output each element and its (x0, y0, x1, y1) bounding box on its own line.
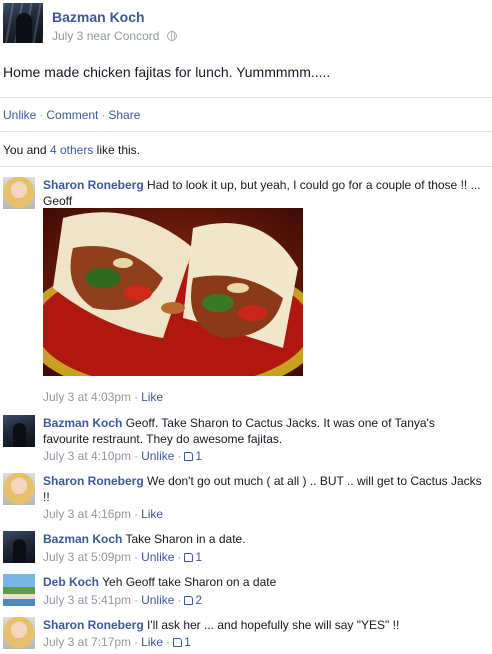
comment-like-count[interactable]: 1 (184, 550, 202, 564)
comment-author[interactable]: Sharon Roneberg (43, 618, 144, 632)
comment-meta: July 3 at 5:41pm · Unlike · 2 (43, 593, 203, 607)
comment-like-count[interactable]: 1 (184, 449, 202, 463)
comment-body: Bazman Koch Take Sharon in a date. (43, 531, 483, 547)
unlike-button[interactable]: Unlike (3, 108, 36, 122)
comment-meta: July 3 at 4:03pm · Like (43, 390, 164, 404)
post-meta: July 3 near Concord (52, 29, 177, 43)
likes-others-link[interactable]: 4 others (50, 143, 93, 157)
comment-meta: July 3 at 4:10pm · Unlike · 1 (43, 449, 203, 463)
comment-body: Deb Koch Yeh Geoff take Sharon on a date (43, 574, 483, 590)
like-button[interactable]: Like (141, 507, 163, 521)
like-button[interactable]: Like (141, 635, 163, 649)
divider (0, 97, 492, 98)
comment-time[interactable]: July 3 at 5:41pm (43, 593, 131, 607)
comment-author[interactable]: Sharon Roneberg (43, 178, 144, 192)
comment: Deb Koch Yeh Geoff take Sharon on a date… (3, 574, 489, 610)
avatar[interactable] (3, 574, 35, 606)
globe-icon[interactable] (166, 31, 177, 41)
like-count: 1 (195, 550, 203, 564)
avatar[interactable] (3, 473, 35, 505)
likes-prefix: You and (3, 143, 47, 157)
comment-text: I'll ask her ... and hopefully she will … (147, 618, 400, 632)
unlike-button[interactable]: Unlike (141, 449, 174, 463)
comment: Sharon Roneberg We don't go out much ( a… (3, 473, 489, 523)
comment: Sharon Roneberg Had to look it up, but y… (3, 177, 489, 407)
comment-author[interactable]: Bazman Koch (43, 532, 122, 546)
avatar[interactable] (3, 177, 35, 209)
fajita-photo[interactable] (43, 208, 303, 376)
comment-like-count[interactable]: 1 (173, 635, 191, 649)
divider (0, 166, 492, 167)
like-button[interactable]: Like (141, 390, 163, 404)
comment-like-count[interactable]: 2 (184, 593, 202, 607)
comment: Bazman Koch Geoff. Take Sharon to Cactus… (3, 415, 489, 465)
post-date[interactable]: July 3 (52, 29, 83, 43)
like-count: 1 (195, 449, 203, 463)
like-count: 1 (184, 635, 191, 649)
avatar[interactable] (3, 531, 35, 563)
post-text: Home made chicken fajitas for lunch. Yum… (3, 64, 331, 80)
comment-text: Take Sharon in a date. (125, 532, 246, 546)
comment-author[interactable]: Deb Koch (43, 575, 99, 589)
divider (0, 131, 492, 132)
unlike-button[interactable]: Unlike (141, 593, 174, 607)
comment-body: Bazman Koch Geoff. Take Sharon to Cactus… (43, 415, 483, 447)
post-location[interactable]: near Concord (87, 29, 160, 43)
comment-time[interactable]: July 3 at 7:17pm (43, 635, 131, 649)
comment: Bazman Koch Take Sharon in a date. July … (3, 531, 489, 567)
comment-body: Sharon Roneberg I'll ask her ... and hop… (43, 617, 483, 633)
comment-author[interactable]: Sharon Roneberg (43, 474, 144, 488)
likes-summary: You and 4 others like this. (3, 143, 140, 157)
likes-suffix: like this. (96, 143, 141, 157)
comment-body: Sharon Roneberg Had to look it up, but y… (43, 177, 483, 209)
post-actions: Unlike · Comment · Share (3, 108, 141, 122)
comment-meta: July 3 at 7:17pm · Like · 1 (43, 635, 191, 649)
comment-button[interactable]: Comment (46, 108, 98, 122)
share-button[interactable]: Share (108, 108, 140, 122)
comment-time[interactable]: July 3 at 4:03pm (43, 390, 131, 404)
thumbs-up-icon (173, 638, 183, 647)
fajita-illustration (43, 208, 303, 376)
post-header: Bazman Koch July 3 near Concord (3, 3, 489, 47)
comment-text: Yeh Geoff take Sharon on a date (102, 575, 277, 589)
comment-time[interactable]: July 3 at 4:16pm (43, 507, 131, 521)
unlike-button[interactable]: Unlike (141, 550, 174, 564)
avatar[interactable] (3, 617, 35, 649)
thumbs-up-icon (184, 596, 194, 605)
comment-body: Sharon Roneberg We don't go out much ( a… (43, 473, 483, 505)
like-count: 2 (195, 593, 203, 607)
comment-meta: July 3 at 4:16pm · Like (43, 507, 164, 521)
comment-author[interactable]: Bazman Koch (43, 416, 122, 430)
thumbs-up-icon (184, 452, 194, 461)
thumbs-up-icon (184, 553, 194, 562)
comment-time[interactable]: July 3 at 5:09pm (43, 550, 131, 564)
avatar[interactable] (3, 415, 35, 447)
post-author-name[interactable]: Bazman Koch (52, 9, 145, 25)
comment-meta: July 3 at 5:09pm · Unlike · 1 (43, 550, 203, 564)
comment: Sharon Roneberg I'll ask her ... and hop… (3, 617, 489, 653)
avatar[interactable] (3, 3, 43, 43)
comment-time[interactable]: July 3 at 4:10pm (43, 449, 131, 463)
